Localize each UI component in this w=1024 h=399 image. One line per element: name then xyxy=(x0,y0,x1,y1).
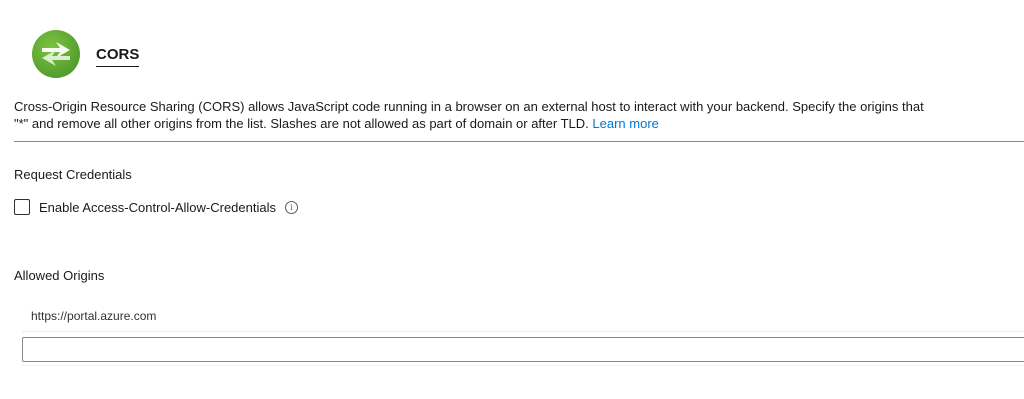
cors-description: Cross-Origin Resource Sharing (CORS) all… xyxy=(14,98,1024,132)
enable-credentials-checkbox[interactable] xyxy=(14,199,30,215)
description-line-1: Cross-Origin Resource Sharing (CORS) all… xyxy=(14,99,924,114)
origins-bottom-divider xyxy=(22,365,1024,366)
learn-more-link[interactable]: Learn more xyxy=(592,116,658,131)
cors-page: CORS Cross-Origin Resource Sharing (CORS… xyxy=(0,0,1024,399)
section-divider xyxy=(14,141,1024,142)
new-origin-input[interactable] xyxy=(22,337,1024,362)
page-header: CORS xyxy=(30,28,140,80)
page-title: CORS xyxy=(96,46,140,67)
description-line-2: "*" and remove all other origins from th… xyxy=(14,115,1024,132)
cors-logo-icon xyxy=(32,30,80,78)
enable-credentials-row[interactable]: Enable Access-Control-Allow-Credentials … xyxy=(14,199,298,215)
request-credentials-heading: Request Credentials xyxy=(14,167,132,182)
allowed-origins-heading: Allowed Origins xyxy=(14,268,105,283)
description-line-2-text: "*" and remove all other origins from th… xyxy=(14,116,589,131)
allowed-origin-row[interactable]: https://portal.azure.com xyxy=(22,300,1024,332)
info-icon[interactable]: i xyxy=(285,200,298,214)
enable-credentials-label: Enable Access-Control-Allow-Credentials xyxy=(39,199,276,215)
